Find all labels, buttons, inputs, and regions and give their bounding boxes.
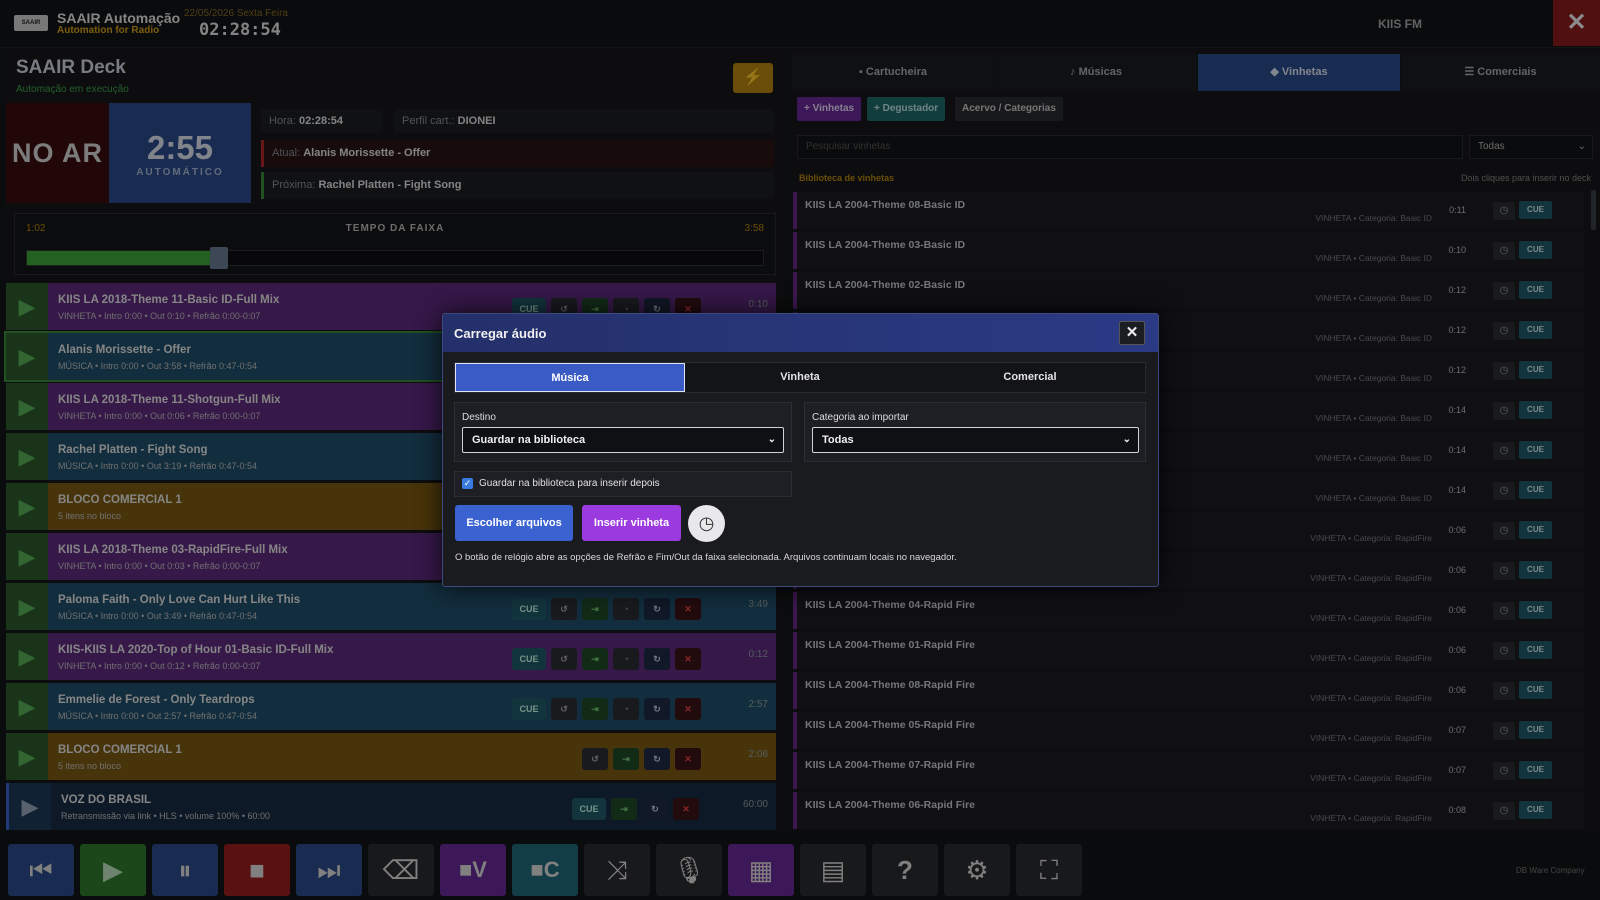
modal-note: O botão de relógio abre as opções de Ref…: [455, 552, 957, 563]
tab-vinheta[interactable]: Vinheta: [685, 363, 915, 392]
tab-comercial[interactable]: Comercial: [915, 363, 1145, 392]
tab-musica[interactable]: Música: [455, 363, 685, 392]
modal-title: Carregar áudio: [454, 326, 547, 341]
clock-icon[interactable]: ◷: [688, 505, 725, 542]
upload-audio-modal: Carregar áudio ✕ Música Vinheta Comercia…: [442, 313, 1159, 587]
categoria-select[interactable]: Todas ⌄: [812, 427, 1139, 453]
chevron-down-icon: ⌄: [767, 434, 776, 445]
destino-box: Destino Guardar na biblioteca ⌄: [454, 402, 792, 462]
chevron-down-icon: ⌄: [1122, 434, 1131, 445]
categoria-value: Todas: [822, 434, 854, 446]
choose-files-button[interactable]: Escolher arquivos: [455, 505, 573, 541]
destino-value: Guardar na biblioteca: [472, 434, 586, 446]
categoria-label: Categoria ao importar: [812, 412, 909, 423]
save-library-checkbox[interactable]: ✓: [462, 478, 473, 489]
insert-vinheta-button[interactable]: Inserir vinheta: [582, 505, 681, 541]
modal-close-icon[interactable]: ✕: [1119, 321, 1145, 345]
modal-header: Carregar áudio ✕: [443, 314, 1158, 352]
destino-select[interactable]: Guardar na biblioteca ⌄: [462, 427, 784, 453]
destino-label: Destino: [462, 412, 496, 423]
modal-tabs: Música Vinheta Comercial: [454, 362, 1146, 393]
categoria-box: Categoria ao importar Todas ⌄: [804, 402, 1146, 462]
save-library-label: Guardar na biblioteca para inserir depoi…: [479, 478, 660, 489]
